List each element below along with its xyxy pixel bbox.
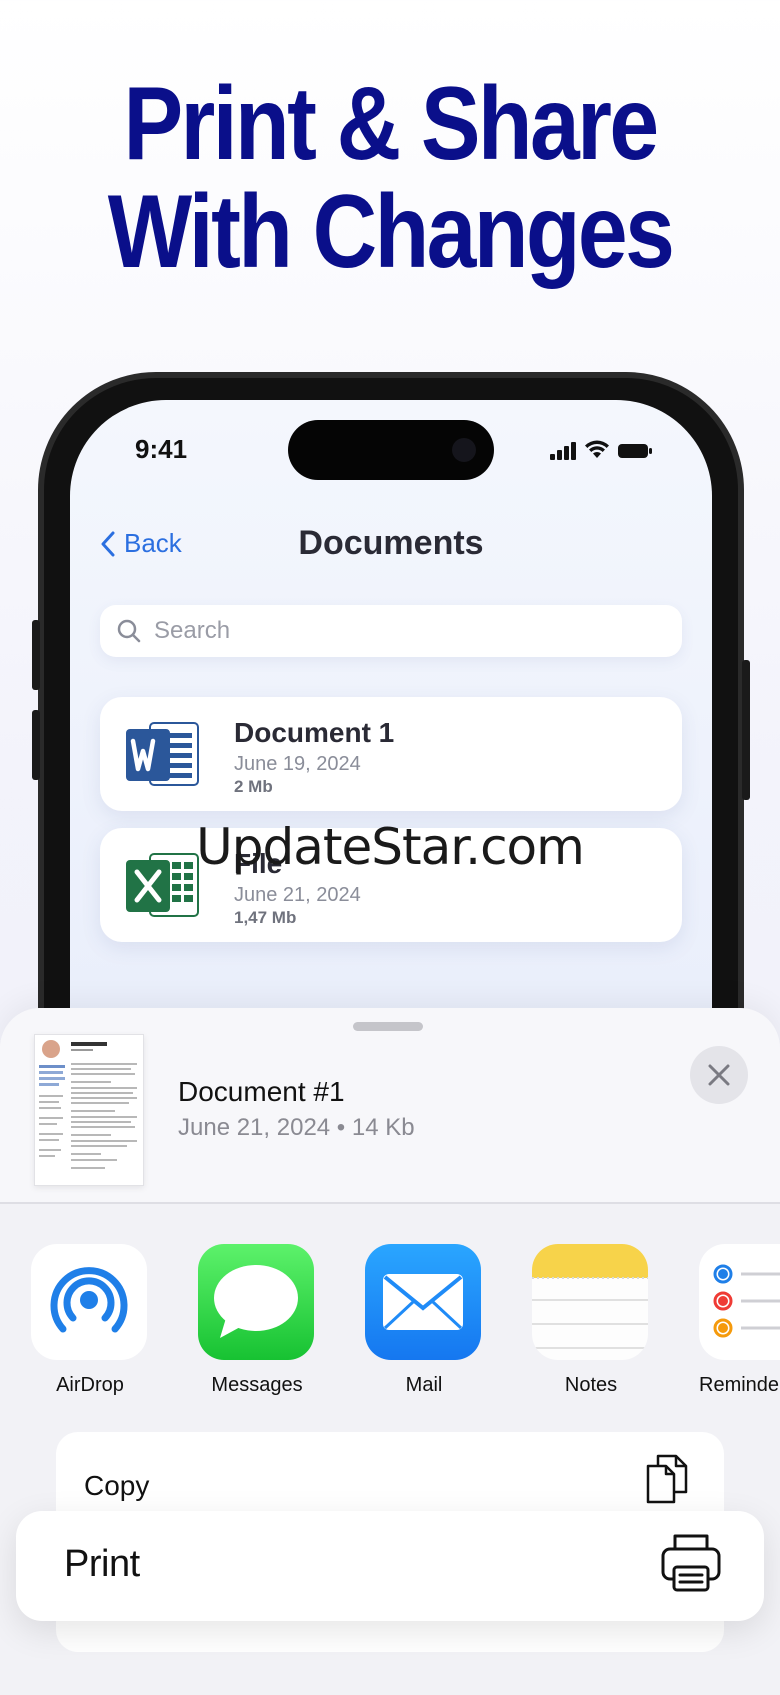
document-date: June 19, 2024 (234, 753, 361, 775)
signal-icon (550, 442, 576, 460)
document-thumbnail (34, 1034, 144, 1186)
headline-line-1: Print & Share (123, 66, 659, 182)
share-app-airdrop[interactable]: AirDrop (31, 1244, 149, 1397)
document-size: 2 Mb (234, 777, 273, 796)
wifi-icon (585, 440, 609, 458)
app-label: Messages (211, 1374, 303, 1396)
search-input[interactable]: Search (100, 605, 682, 657)
app-label: Notes (564, 1374, 618, 1396)
volume-down-button (32, 710, 40, 780)
search-icon (117, 619, 141, 643)
share-app-notes[interactable]: Notes (532, 1244, 650, 1397)
share-document-meta: June 21, 2024 • 14 Kb (178, 1114, 415, 1141)
camera-icon (452, 438, 476, 462)
mail-icon (365, 1244, 481, 1360)
headline-line-2: With Changes (107, 174, 675, 290)
word-icon (126, 722, 199, 786)
status-time: 9:41 (135, 434, 188, 464)
watermark: UpdateStar.com (196, 818, 585, 876)
dynamic-island (288, 420, 494, 480)
app-label: AirDrop (56, 1374, 124, 1396)
close-icon (708, 1064, 730, 1086)
printer-icon (661, 1534, 721, 1592)
share-document-title: Document #1 (178, 1076, 345, 1107)
sheet-grabber[interactable] (353, 1022, 423, 1031)
airdrop-icon (31, 1244, 147, 1360)
copy-action-label[interactable]: Copy (84, 1470, 149, 1502)
document-name: Document 1 (234, 717, 395, 748)
share-app-mail[interactable]: Mail (365, 1244, 483, 1397)
close-button[interactable] (690, 1046, 748, 1104)
share-app-messages[interactable]: Messages (198, 1244, 316, 1397)
headline: Print & Share With Changes (55, 70, 726, 286)
document-size: 1,47 Mb (234, 908, 297, 927)
copy-icon (646, 1454, 688, 1504)
document-card[interactable]: Document 1 June 19, 2024 2 Mb (100, 697, 682, 811)
share-sheet-header: Document #1 June 21, 2024 • 14 Kb (0, 1008, 780, 1204)
document-date: June 21, 2024 (234, 884, 361, 906)
app-label: Reminde (699, 1374, 780, 1396)
share-apps-row: AirDrop Messages Mail Notes Reminde (0, 1244, 780, 1414)
reminders-icon (699, 1244, 780, 1360)
print-action-label: Print (64, 1543, 140, 1585)
print-button[interactable]: Print (16, 1511, 764, 1621)
app-label: Mail (405, 1374, 443, 1396)
status-icons (550, 440, 652, 460)
notes-icon (532, 1244, 648, 1360)
battery-icon (618, 444, 652, 458)
page-title: Documents (298, 524, 484, 562)
volume-up-button (32, 620, 40, 690)
search-placeholder: Search (154, 617, 231, 644)
power-button (742, 660, 750, 800)
share-app-reminders[interactable]: Reminde (699, 1244, 780, 1397)
resume-preview-icon (39, 1040, 137, 1169)
messages-icon (198, 1244, 314, 1360)
